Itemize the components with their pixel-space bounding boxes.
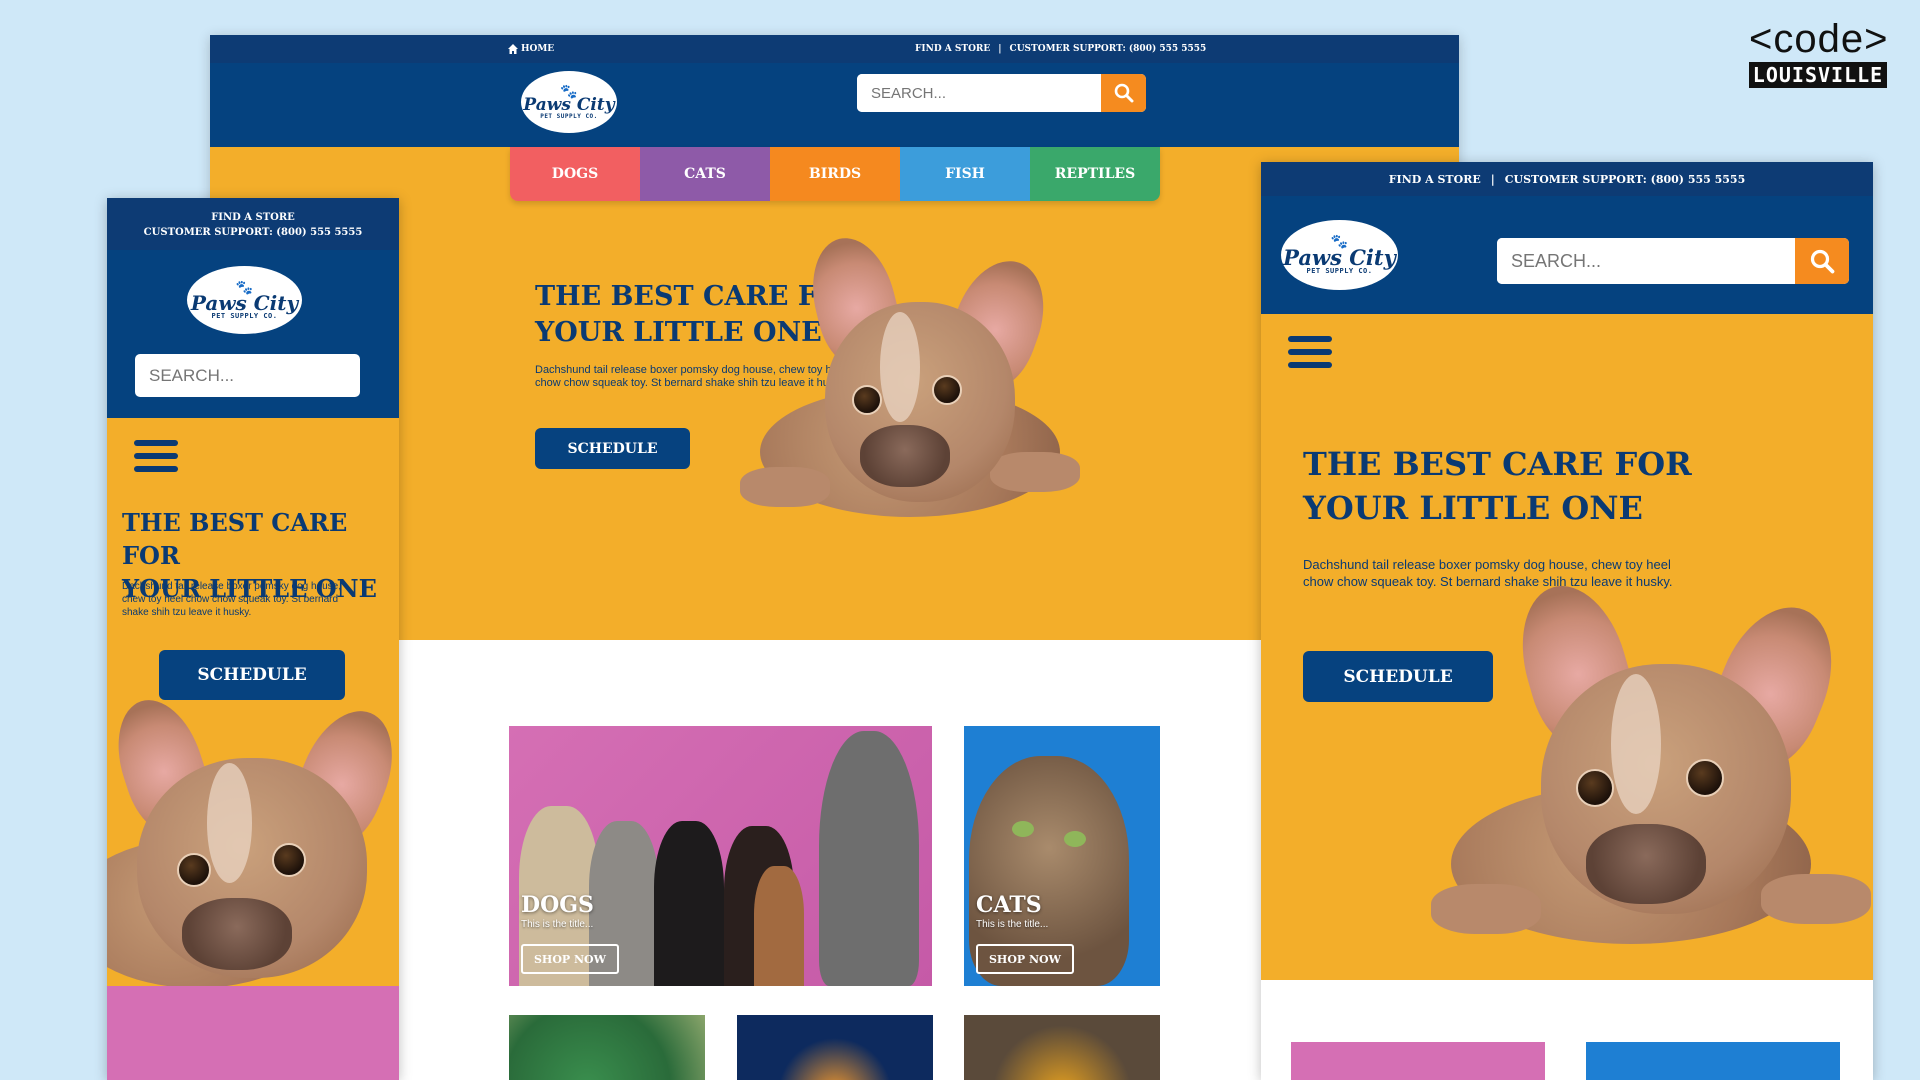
topbar-separator: | bbox=[1490, 172, 1495, 186]
nav-birds[interactable]: BIRDS bbox=[770, 147, 900, 201]
shop-now-button[interactable]: SHOP NOW bbox=[521, 944, 619, 974]
home-link[interactable]: HOME bbox=[508, 44, 554, 54]
search-input[interactable] bbox=[1497, 238, 1795, 284]
search-icon bbox=[1810, 249, 1834, 273]
tablet-mockup: FIND A STORE | CUSTOMER SUPPORT: (800) 5… bbox=[1261, 162, 1873, 1080]
card-dogs[interactable] bbox=[1291, 1042, 1545, 1080]
puppy-image bbox=[107, 678, 399, 986]
search-icon bbox=[1114, 83, 1133, 103]
mobile-hero: THE BEST CARE FOR YOUR LITTLE ONE Dachsh… bbox=[107, 418, 399, 986]
mobile-mockup: FIND A STORE CUSTOMER SUPPORT: (800) 555… bbox=[107, 198, 399, 1080]
shop-now-button[interactable]: SHOP NOW bbox=[976, 944, 1074, 974]
category-nav: DOGS CATS BIRDS FISH REPTILES bbox=[510, 147, 1160, 201]
logo-sub: PET SUPPLY CO. bbox=[1306, 267, 1373, 275]
hero-title-line1: THE BEST CARE FOR bbox=[1303, 445, 1692, 483]
home-icon bbox=[508, 44, 518, 54]
search-input[interactable] bbox=[135, 354, 360, 397]
search-button[interactable] bbox=[1795, 238, 1849, 284]
desktop-header: 🐾 Paws City PET SUPPLY CO. bbox=[210, 63, 1459, 147]
search-bar bbox=[1497, 238, 1849, 284]
nav-fish[interactable]: FISH bbox=[900, 147, 1030, 201]
menu-icon[interactable] bbox=[1288, 336, 1332, 368]
hero-body: Dachshund tail release boxer pomsky dog … bbox=[122, 581, 342, 618]
menu-icon[interactable] bbox=[134, 440, 178, 472]
tablet-cards bbox=[1261, 980, 1873, 1080]
support-link[interactable]: CUSTOMER SUPPORT: (800) 555 5555 bbox=[1010, 44, 1207, 54]
search-input[interactable] bbox=[857, 74, 1101, 112]
desktop-topbar: HOME FIND A STORE | CUSTOMER SUPPORT: (8… bbox=[210, 35, 1459, 63]
tablet-hero: THE BEST CARE FOR YOUR LITTLE ONE Dachsh… bbox=[1261, 314, 1873, 980]
tablet-header: 🐾 Paws City PET SUPPLY CO. bbox=[1261, 196, 1873, 314]
tablet-topbar: FIND A STORE | CUSTOMER SUPPORT: (800) 5… bbox=[1261, 162, 1873, 196]
hero-title-line1: THE BEST CARE FOR bbox=[122, 508, 348, 570]
hero-title-line2: YOUR LITTLE ONE bbox=[1303, 489, 1643, 527]
paws-city-logo[interactable]: 🐾 Paws City PET SUPPLY CO. bbox=[521, 71, 617, 133]
card-cats[interactable] bbox=[1586, 1042, 1840, 1080]
logo-name: Paws City bbox=[1283, 245, 1396, 270]
hero-title: THE BEST CARE FOR YOUR LITTLE ONE bbox=[1303, 442, 1692, 530]
mobile-topbar: FIND A STORE CUSTOMER SUPPORT: (800) 555… bbox=[107, 198, 399, 250]
topbar-separator: | bbox=[998, 44, 1002, 54]
mobile-header: 🐾 Paws City PET SUPPLY CO. bbox=[107, 250, 399, 418]
card-subtitle: This is the title... bbox=[976, 919, 1049, 930]
nav-dogs[interactable]: DOGS bbox=[510, 147, 640, 201]
schedule-button[interactable]: SCHEDULE bbox=[535, 428, 690, 469]
brand-code: <code> bbox=[1749, 17, 1889, 61]
find-store-link[interactable]: FIND A STORE bbox=[915, 44, 990, 54]
search-bar bbox=[135, 354, 360, 397]
card-title: DOGS bbox=[521, 892, 594, 918]
paws-city-logo[interactable]: 🐾 Paws City PET SUPPLY CO. bbox=[187, 266, 302, 334]
logo-sub: PET SUPPLY CO. bbox=[211, 311, 278, 320]
card-dogs[interactable]: DOGS This is the title... SHOP NOW bbox=[509, 726, 932, 986]
find-store-link[interactable]: FIND A STORE bbox=[107, 210, 399, 225]
card-fish[interactable] bbox=[737, 1015, 933, 1080]
card-cats[interactable]: CATS This is the title... SHOP NOW bbox=[964, 726, 1160, 986]
logo-name: Paws City bbox=[190, 290, 299, 315]
find-store-link[interactable]: FIND A STORE bbox=[1389, 173, 1481, 186]
schedule-button[interactable]: SCHEDULE bbox=[1303, 651, 1493, 702]
support-link[interactable]: CUSTOMER SUPPORT: (800) 555 5555 bbox=[1505, 173, 1746, 186]
card-title: CATS bbox=[976, 892, 1042, 918]
paws-city-logo[interactable]: 🐾 Paws City PET SUPPLY CO. bbox=[1281, 220, 1398, 290]
card-reptiles[interactable] bbox=[964, 1015, 1160, 1080]
code-louisville-logo: <code> LOUISVILLE bbox=[1749, 17, 1889, 88]
hero-body: Dachshund tail release boxer pomsky dog … bbox=[1303, 557, 1673, 589]
puppy-image bbox=[1431, 573, 1873, 980]
logo-name: Paws City bbox=[523, 94, 615, 115]
support-link[interactable]: CUSTOMER SUPPORT: (800) 555 5555 bbox=[107, 225, 399, 240]
logo-sub: PET SUPPLY CO. bbox=[540, 112, 598, 120]
puppy-image bbox=[740, 229, 1140, 567]
schedule-button[interactable]: SCHEDULE bbox=[159, 650, 345, 700]
brand-city: LOUISVILLE bbox=[1749, 62, 1887, 88]
search-bar bbox=[857, 74, 1146, 112]
card-subtitle: This is the title... bbox=[521, 919, 594, 930]
search-button[interactable] bbox=[1101, 74, 1146, 112]
nav-reptiles[interactable]: REPTILES bbox=[1030, 147, 1160, 201]
card-birds[interactable] bbox=[509, 1015, 705, 1080]
mobile-card-preview[interactable] bbox=[107, 986, 399, 1080]
home-label: HOME bbox=[521, 44, 555, 54]
nav-cats[interactable]: CATS bbox=[640, 147, 770, 201]
